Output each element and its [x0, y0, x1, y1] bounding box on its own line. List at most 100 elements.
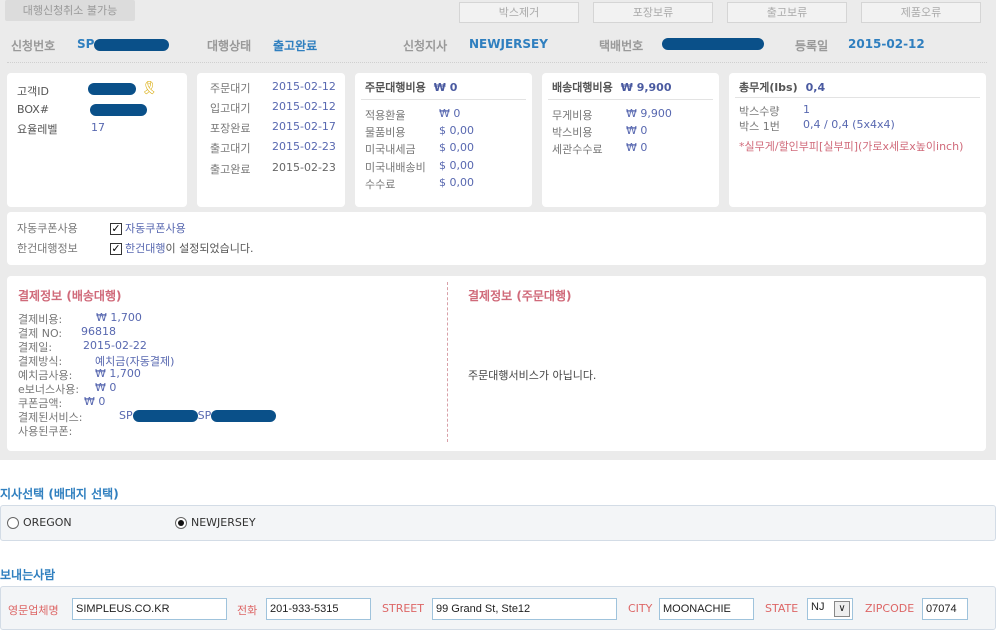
customer-id-label: 고객ID [17, 85, 49, 98]
city-input[interactable] [659, 598, 754, 620]
payment-value: ₩ 1,700 [96, 311, 142, 324]
redacted-mark [94, 38, 170, 51]
not-order-message: 주문대행서비스가 아닙니다. [468, 369, 597, 382]
box-weight-value: 0,4 / 0,4 (5x4x4) [803, 118, 895, 131]
cost-value: $ 0,00 [439, 124, 474, 137]
branch-select-title: 지사선택 (배대지 선택) [0, 487, 119, 501]
cost-value: ₩ 0 [626, 141, 648, 154]
box-label: 박스 1번 [739, 120, 780, 133]
product-error-button[interactable]: 제품오류 [861, 2, 981, 23]
radio-oregon[interactable]: OREGON [7, 516, 72, 529]
auto-coupon-label: 자동쿠폰사용 [17, 222, 78, 235]
shipping-cost-title: 배송대행비용 ₩ 9,900 [552, 81, 672, 94]
branch-select-panel: OREGON NEWJERSEY [0, 505, 996, 541]
box-count-label: 박스수량 [739, 105, 780, 118]
order-cost-card: 주문대행비용 ₩ 0 적용환율 ₩ 0 물품비용 $ 0,00 미국내세금 $ 0,00… [355, 73, 532, 207]
box-count-value: 1 [803, 103, 810, 116]
timeline-date: 2015-02-17 [272, 120, 336, 133]
payment-value: SP SP [119, 409, 277, 422]
payment-value: ₩ 1,700 [95, 367, 141, 380]
timeline-date: 2015-02-23 [272, 140, 336, 153]
cancel-request-button[interactable]: 대행신청취소 불가능 [5, 0, 135, 21]
timeline-date: 2015-02-12 [272, 100, 336, 113]
shipping-cost-card: 배송대행비용 ₩ 9,900 무게비용 ₩ 9,900 박스비용 ₩ 0 세관수수료 ₩… [542, 73, 719, 207]
branch-label: 신청지사 [403, 39, 448, 53]
timeline-label: 출고완료 [210, 163, 251, 176]
reg-date-label: 등록일 [795, 39, 829, 53]
cost-label: 물품비용 [365, 126, 406, 139]
cost-label: 무게비용 [552, 109, 593, 122]
timeline-date: 2015-02-12 [272, 80, 336, 93]
street-label: STREET [382, 602, 424, 615]
hold-shipping-button[interactable]: 출고보류 [727, 2, 847, 23]
options-box: 자동쿠폰사용 ✓ 자동쿠폰사용 한건대행정보 ✓ 한건대행이 설정되었습니다. [7, 212, 986, 265]
timeline-label: 입고대기 [210, 102, 251, 115]
weight-card: 총무게(lbs) 0,4 박스수량 1 박스 1번 0,4 / 0,4 (5x4x4)… [729, 73, 986, 207]
rate-label: 요율레벨 [17, 123, 58, 136]
cost-label: 적용환율 [365, 109, 406, 122]
order-cost-title: 주문대행비용 ₩ 0 [365, 81, 458, 94]
payment-value: ₩ 0 [95, 381, 117, 394]
street-input[interactable] [432, 598, 617, 620]
status-value: 출고완료 [273, 39, 318, 53]
timeline-label: 포장완료 [210, 122, 251, 135]
box-label: BOX# [17, 103, 50, 116]
payment-value: 2015-02-22 [83, 339, 147, 352]
cost-label: 미국내세금 [365, 143, 416, 156]
divider [447, 282, 448, 442]
single-order-label: 한건대행정보 [17, 242, 78, 255]
cost-value: $ 0,00 [439, 176, 474, 189]
tracking-label: 택배번호 [599, 39, 644, 53]
weight-title: 총무게(lbs) 0,4 [739, 81, 826, 94]
company-label: 영문업체명 [8, 604, 59, 617]
sender-title: 보내는사람 [0, 568, 56, 582]
phone-input[interactable] [266, 598, 371, 620]
cost-value: ₩ 0 [626, 124, 648, 137]
cost-label: 박스비용 [552, 126, 593, 139]
auto-coupon-checkbox[interactable]: ✓ 자동쿠폰사용 [110, 220, 186, 236]
cost-label: 세관수수료 [552, 143, 603, 156]
state-select[interactable]: NJ ∨ [807, 598, 853, 620]
payment-value: 96818 [81, 325, 116, 338]
city-label: CITY [628, 602, 653, 615]
state-label: STATE [765, 602, 799, 615]
payment-value: ₩ 0 [84, 395, 106, 408]
payment-shipping-title: 결제정보 (배송대행) [18, 289, 122, 303]
cost-label: 미국내배송비 [365, 161, 426, 174]
status-label: 대행상태 [207, 39, 252, 53]
weight-note: *실무게/할인부피[실부피](가로x세로x높이inch) [739, 140, 964, 153]
app-no-label: 신청번호 [11, 39, 56, 53]
rate-value: 17 [91, 121, 105, 134]
order-detail-area: 대행신청취소 불가능 박스제거 포장보류 출고보류 제품오류 신청번호 SP 대… [0, 0, 996, 460]
cost-value: ₩ 0 [439, 107, 461, 120]
cost-value: $ 0,00 [439, 159, 474, 172]
remove-box-button[interactable]: 박스제거 [459, 2, 579, 23]
radio-newjersey[interactable]: NEWJERSEY [175, 516, 256, 529]
payment-label: 사용된쿠폰: [18, 425, 73, 438]
app-no-value: SP [77, 37, 170, 51]
customer-card: 고객ID 🎗 BOX# 요율레벨 17 [7, 73, 187, 207]
cost-value: ₩ 9,900 [626, 107, 672, 120]
zip-input[interactable] [922, 598, 968, 620]
redacted-mark [132, 410, 198, 422]
divider [7, 62, 987, 63]
timeline-card: 주문대기 2015-02-12 입고대기 2015-02-12 포장완료 2015-0… [197, 73, 345, 207]
phone-label: 전화 [237, 604, 258, 617]
single-order-link[interactable]: 한건대행 [125, 242, 165, 255]
single-order-checkbox[interactable]: ✓ 한건대행이 설정되었습니다. [110, 240, 253, 256]
timeline-label: 출고대기 [210, 142, 251, 155]
redacted-mark [88, 83, 136, 95]
sender-panel: 영문업체명 전화 STREET CITY STATE NJ∨ ZIPCODE [0, 586, 996, 630]
chevron-down-icon[interactable]: ∨ [834, 601, 850, 617]
redacted-mark [90, 104, 147, 116]
hold-packing-button[interactable]: 포장보류 [593, 2, 713, 23]
payment-box: 결제정보 (배송대행) 결제비용: ₩ 1,700 결제 NO: 96818 결제일: 2… [7, 276, 986, 451]
payment-order-title: 결제정보 (주문대행) [468, 289, 572, 303]
branch-value: NEWJERSEY [469, 37, 548, 51]
cost-value: $ 0,00 [439, 141, 474, 154]
company-input[interactable] [72, 598, 227, 620]
timeline-label: 주문대기 [210, 82, 251, 95]
redacted-mark [211, 410, 277, 422]
badge-icon[interactable]: 🎗 [141, 81, 158, 96]
reg-date-value: 2015-02-12 [848, 37, 925, 51]
